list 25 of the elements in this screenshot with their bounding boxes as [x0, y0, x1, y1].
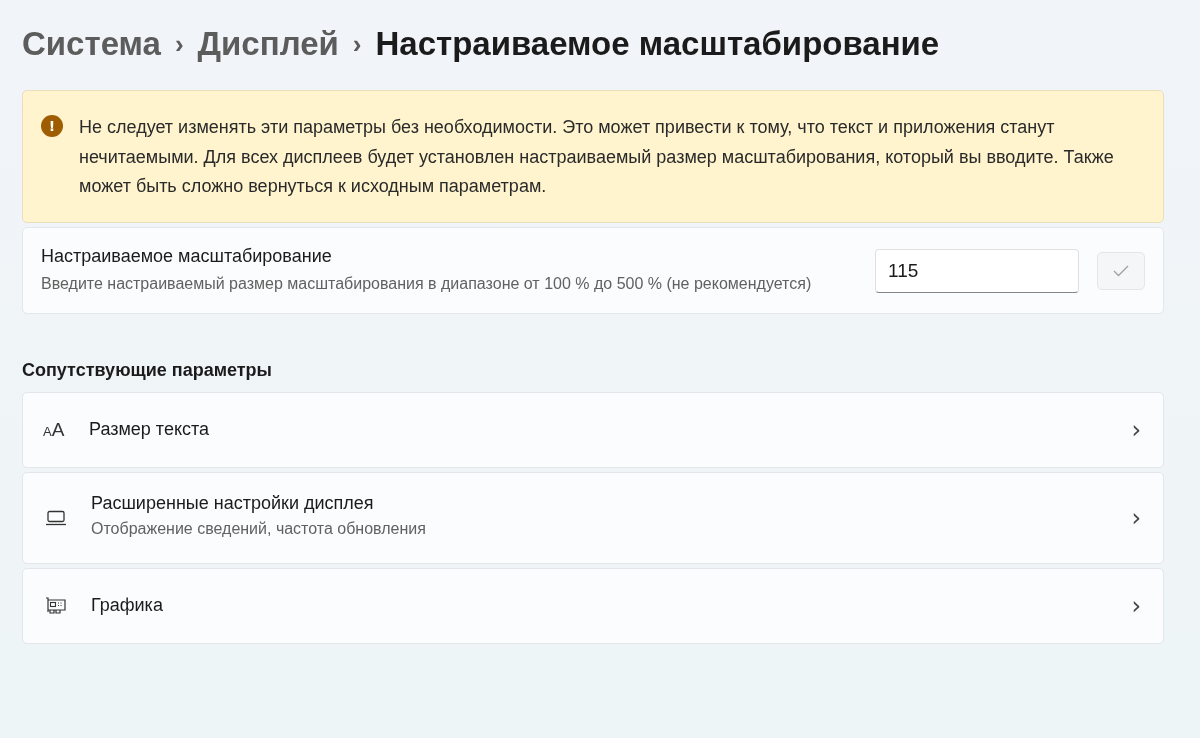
breadcrumb-item[interactable]: Дисплей: [197, 25, 339, 63]
row-subtitle: Отображение сведений, частота обновления: [91, 519, 427, 539]
chevron-icon: ›: [1131, 591, 1141, 620]
section-heading: Сопутствующие параметры: [22, 359, 273, 381]
settings-link-row[interactable]: AA Размер текста ›: [22, 391, 1164, 468]
laptop-icon: [45, 509, 67, 526]
warning-text: Не следует изменять эти параметры без необходимости. Это может привести к тому, что текст и приложения станут нечитаемыми. Для всех дисплеев будет установлен настраиваемый размер масштабирования, который вы вводите. Также может быть сложно вернуться к исходным параметрам.: [79, 116, 1115, 198]
row-title: Расширенные настройки дисплея: [91, 493, 375, 514]
chevron-icon: ›: [1131, 503, 1141, 532]
chevron-icon: ›: [1131, 415, 1141, 444]
text-size-icon: AA: [43, 418, 69, 441]
graphics-card-icon: [45, 596, 67, 615]
setting-title: Настраиваемое масштабирование: [41, 245, 333, 267]
settings-link-row[interactable]: Графика ›: [22, 567, 1164, 644]
breadcrumb-separator: ›: [352, 28, 362, 60]
setting-description: Введите настраиваемый размер масштабирования в диапазоне от 100 % до 500 % (не рекомендуется): [41, 273, 813, 294]
breadcrumb-separator: ›: [174, 28, 184, 60]
checkmark-icon: [1113, 265, 1129, 277]
warning-icon: !: [41, 115, 63, 137]
breadcrumb-item: Настраиваемое масштабирование: [375, 25, 940, 63]
row-title: Размер текста: [89, 419, 211, 440]
scale-input-field[interactable]: 115: [875, 249, 1079, 293]
settings-link-row[interactable]: Расширенные настройки дисплея Отображение сведений, частота обновления ›: [22, 471, 1164, 564]
breadcrumb-item[interactable]: Система: [22, 25, 161, 63]
row-title: Графика: [91, 595, 164, 616]
